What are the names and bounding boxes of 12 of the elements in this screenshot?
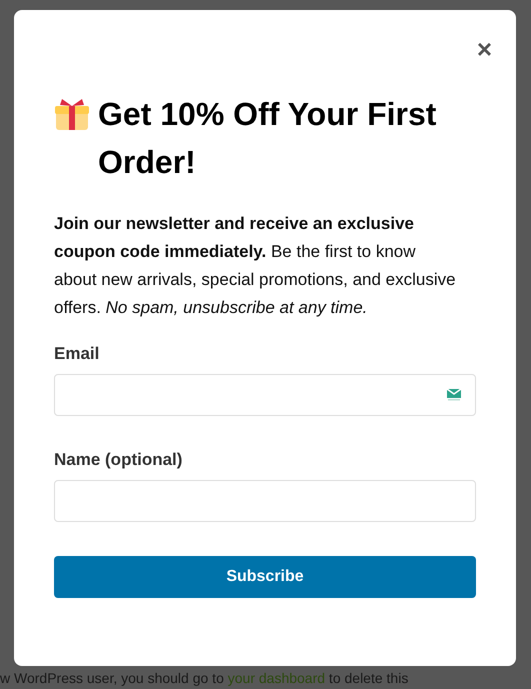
gift-icon (54, 96, 90, 132)
envelope-icon[interactable] (445, 388, 463, 402)
field-label: Email (54, 343, 100, 365)
email-field[interactable] (54, 374, 476, 416)
field-label: Name (optional) (54, 449, 184, 471)
name-field[interactable] (54, 480, 476, 522)
intro-paragraph: Join our newsletter and receive an exclusive coupon code immediately. Be the first to know about new arrivals, special promotions, and exclusive offers. No spam, unsubscribe at any time. (54, 213, 457, 319)
modal-title: Get 10% Off Your First Order! (98, 95, 438, 182)
background-text: to delete this (328, 670, 408, 686)
background-text: w WordPress user, you should go to (0, 670, 225, 686)
close-button[interactable]: × (476, 36, 492, 62)
subscribe-button[interactable]: Subscribe (54, 556, 476, 598)
